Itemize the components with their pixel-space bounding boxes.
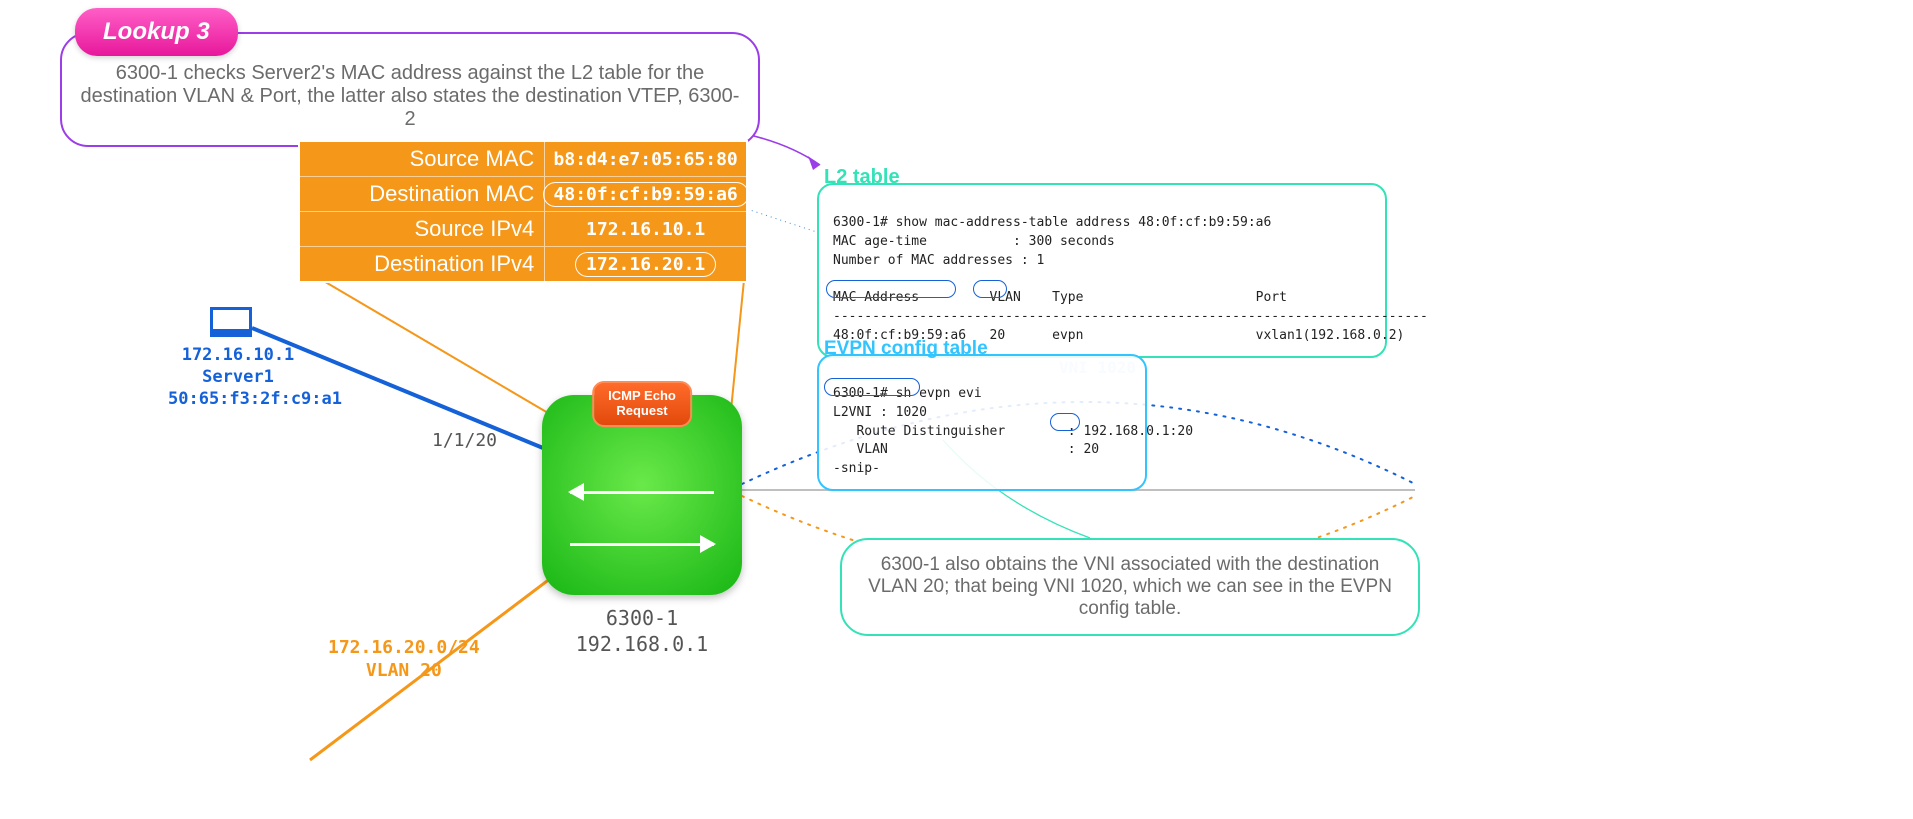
- l2-table-output: 6300-1# show mac-address-table address 4…: [817, 183, 1387, 358]
- packet-header-table: Source MAC b8:d4:e7:05:65:80 Destination…: [298, 140, 748, 283]
- packet-row-srcip: Source IPv4 172.16.10.1: [300, 212, 746, 247]
- packet-key: Destination IPv4: [300, 247, 545, 281]
- server1-label: 172.16.10.1 Server1 50:65:f3:2f:c9:a1: [168, 344, 308, 410]
- lookup-badge: Lookup 3: [75, 8, 238, 56]
- vni-note: 6300-1 also obtains the VNI associated w…: [840, 538, 1420, 636]
- server1-icon: [210, 307, 252, 337]
- switch-6300-1-icon: ICMP Echo Request: [542, 395, 742, 595]
- packet-key: Source IPv4: [300, 212, 545, 246]
- switch-ip: 192.168.0.1: [542, 631, 742, 657]
- packet-val: b8:d4:e7:05:65:80: [545, 142, 746, 176]
- switch-label: 6300-1 192.168.0.1: [542, 605, 742, 657]
- l2-table-title: L2 table: [824, 166, 900, 189]
- packet-val: 172.16.10.1: [545, 212, 746, 246]
- vlan20-label: 172.16.20.0/24 VLAN 20: [328, 636, 480, 683]
- packet-row-dstip: Destination IPv4 172.16.20.1: [300, 247, 746, 281]
- packet-row-srcmac: Source MAC b8:d4:e7:05:65:80: [300, 142, 746, 177]
- packet-key: Source MAC: [300, 142, 545, 176]
- vlan20-subnet: 172.16.20.0/24: [328, 636, 480, 659]
- packet-val: 48:0f:cf:b9:59:a6: [545, 177, 746, 211]
- packet-row-dstmac: Destination MAC 48:0f:cf:b9:59:a6: [300, 177, 746, 212]
- switch-name: 6300-1: [542, 605, 742, 631]
- server1-name: Server1: [168, 366, 308, 388]
- evpn-table-output: 6300-1# sh evpn evi L2VNI : 1020 Route D…: [817, 354, 1147, 491]
- server1-ip: 172.16.10.1: [168, 344, 308, 366]
- vlan20-name: VLAN 20: [328, 659, 480, 682]
- packet-key: Destination MAC: [300, 177, 545, 211]
- port-label: 1/1/20: [432, 430, 497, 451]
- evpn-table-title: EVPN config table: [824, 338, 988, 360]
- server1-mac: 50:65:f3:2f:c9:a1: [168, 388, 308, 410]
- icmp-echo-badge: ICMP Echo Request: [592, 381, 692, 427]
- packet-val: 172.16.20.1: [545, 247, 746, 281]
